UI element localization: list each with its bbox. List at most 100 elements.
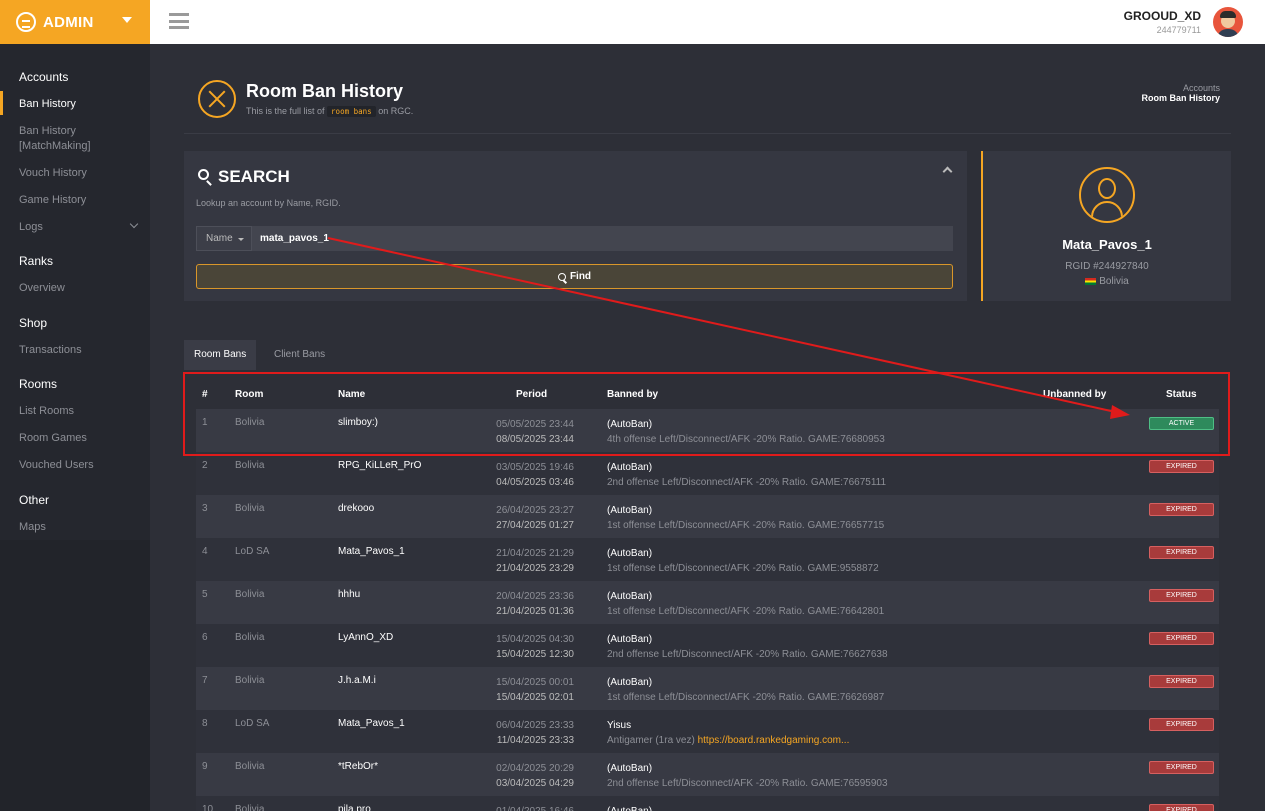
row-player-name[interactable]: Mata_Pavos_1: [338, 718, 405, 729]
period-start: 26/04/2025 23:27: [496, 505, 574, 516]
table-row[interactable]: 3 Bolivia drekooo 26/04/2025 23:27 27/04/202…: [196, 495, 1219, 538]
column-header-status: Status: [1166, 389, 1197, 400]
period-start: 02/04/2025 20:29: [496, 763, 574, 774]
search-title: SEARCH: [218, 167, 290, 186]
sidebar-item-list-rooms[interactable]: List Rooms: [19, 404, 74, 419]
find-button[interactable]: Find: [196, 264, 953, 289]
ban-reason-link[interactable]: https://board.rankedgaming.com...: [698, 735, 850, 746]
sidebar-item-ban-history[interactable]: Ban History: [19, 97, 76, 112]
sidebar-item-logs[interactable]: Logs: [19, 220, 43, 235]
status-badge: EXPIRED: [1149, 460, 1214, 473]
period-end: 08/05/2025 23:44: [496, 434, 574, 445]
bolivia-flag-icon: [1085, 277, 1097, 285]
period-start: 15/04/2025 00:01: [496, 677, 574, 688]
sidebar-section-shop: Shop: [19, 316, 48, 330]
row-number: 2: [202, 460, 208, 471]
sidebar-section-rooms: Rooms: [19, 377, 58, 391]
period-start: 21/04/2025 21:29: [496, 548, 574, 559]
tab-room-bans[interactable]: Room Bans: [184, 340, 257, 370]
table-row[interactable]: 7 Bolivia J.h.a.M.i 15/04/2025 00:01 15/04/2…: [196, 667, 1219, 710]
status-badge: EXPIRED: [1149, 503, 1214, 516]
row-player-name[interactable]: *tRebOr*: [338, 761, 378, 772]
period-start: 15/04/2025 04:30: [496, 634, 574, 645]
brand-menu[interactable]: ADMIN: [0, 0, 150, 44]
sidebar-section-ranks: Ranks: [19, 254, 54, 268]
sidebar-item-transactions[interactable]: Transactions: [19, 343, 82, 358]
banned-by-name: (AutoBan): [607, 462, 653, 473]
sidebar-section-other: Other: [19, 493, 50, 507]
user-id: 244779711: [1156, 25, 1201, 35]
sidebar-item-maps[interactable]: Maps: [19, 520, 46, 535]
row-period: 20/04/2025 23:36 21/04/2025 01:36: [432, 589, 574, 619]
column-header-unbanned-by: Unbanned by: [1043, 389, 1107, 400]
search-hint: Lookup an account by Name, RGID.: [196, 198, 341, 208]
period-start: 03/05/2025 19:46: [496, 462, 574, 473]
period-end: 15/04/2025 12:30: [496, 649, 574, 660]
chevron-up-icon[interactable]: [942, 166, 953, 177]
ban-reason: Antigamer (1ra vez): [607, 735, 695, 746]
row-player-name[interactable]: pila.pro: [338, 804, 371, 811]
banned-by-name: (AutoBan): [607, 419, 653, 430]
banned-by-name: (AutoBan): [607, 591, 653, 602]
column-header-room: Room: [235, 389, 264, 400]
brand-label: ADMIN: [43, 13, 94, 31]
hamburger-menu-icon[interactable]: [169, 13, 189, 29]
table-row[interactable]: 8 LoD SA Mata_Pavos_1 06/04/2025 23:33 11/04…: [196, 710, 1219, 753]
brand-logo-icon: [16, 12, 36, 32]
row-period: 05/05/2025 23:44 08/05/2025 23:44: [432, 417, 574, 447]
period-start: 05/05/2025 23:44: [496, 419, 574, 430]
table-row[interactable]: 10 Bolivia pila.pro 01/04/2025 16:46 (AutoBa…: [196, 796, 1219, 811]
table-row[interactable]: 9 Bolivia *tRebOr* 02/04/2025 20:29 03/04/20…: [196, 753, 1219, 796]
banned-by-name: (AutoBan): [607, 548, 653, 559]
row-period: 15/04/2025 00:01 15/04/2025 02:01: [432, 675, 574, 705]
row-room: LoD SA: [235, 546, 270, 557]
row-player-name[interactable]: Mata_Pavos_1: [338, 546, 405, 557]
ban-reason: 1st offense Left/Disconnect/AFK -20% Rat…: [607, 520, 885, 531]
user-icon: [1079, 167, 1135, 223]
table-row[interactable]: 1 Bolivia slimboy:) 05/05/2025 23:44 08/05/2…: [196, 409, 1219, 452]
search-type-value: Name: [206, 233, 233, 244]
sidebar-item-vouch-history[interactable]: Vouch History: [19, 166, 87, 181]
search-type-select[interactable]: Name: [196, 226, 252, 251]
sidebar-item-ban-history-matchmaking[interactable]: Ban History [MatchMaking]: [19, 124, 119, 154]
caret-down-icon: [238, 238, 244, 241]
divider: [184, 133, 1231, 134]
user-avatar[interactable]: [1213, 7, 1243, 37]
row-player-name[interactable]: drekooo: [338, 503, 374, 514]
sidebar-item-vouched-users[interactable]: Vouched Users: [19, 458, 94, 473]
banned-by-name: Yisus: [607, 720, 632, 731]
banned-by-name: (AutoBan): [607, 677, 653, 688]
breadcrumb-current: Room Ban History: [1141, 93, 1220, 103]
row-player-name[interactable]: hhhu: [338, 589, 360, 600]
row-banned-by: (AutoBan) 1st offense Left/Disconnect/AFK…: [607, 546, 879, 576]
sidebar-item-overview[interactable]: Overview: [19, 281, 65, 296]
sidebar-item-game-history[interactable]: Game History: [19, 193, 86, 208]
row-room: Bolivia: [235, 675, 265, 686]
user-name[interactable]: GROOUD_XD: [1124, 9, 1201, 23]
sidebar-footer: [0, 540, 150, 811]
sidebar-section-accounts: Accounts: [19, 70, 69, 84]
profile-card: Mata_Pavos_1 RGID #244927840 Bolivia: [981, 151, 1231, 301]
row-player-name[interactable]: LyAnnO_XD: [338, 632, 393, 643]
sidebar-item-room-games[interactable]: Room Games: [19, 431, 87, 446]
breadcrumb-accounts[interactable]: Accounts: [1183, 83, 1220, 93]
row-period: 21/04/2025 21:29 21/04/2025 23:29: [432, 546, 574, 576]
column-header-number: #: [202, 389, 208, 400]
table-row[interactable]: 5 Bolivia hhhu 20/04/2025 23:36 21/04/2025 0…: [196, 581, 1219, 624]
table-row[interactable]: 4 LoD SA Mata_Pavos_1 21/04/2025 21:29 21/04…: [196, 538, 1219, 581]
ban-reason: 2nd offense Left/Disconnect/AFK -20% Rat…: [607, 649, 888, 660]
row-number: 6: [202, 632, 208, 643]
row-player-name[interactable]: RPG_KiLLeR_PrO: [338, 460, 421, 471]
status-badge: ACTIVE: [1149, 417, 1214, 430]
banned-by-name: (AutoBan): [607, 763, 653, 774]
sidebar-active-indicator: [0, 91, 3, 115]
row-banned-by: (AutoBan) 1st offense Left/Disconnect/AFK…: [607, 503, 884, 533]
row-player-name[interactable]: slimboy:): [338, 417, 378, 428]
subtitle-code: room bans: [327, 106, 376, 117]
table-row[interactable]: 6 Bolivia LyAnnO_XD 15/04/2025 04:30 15/04/2…: [196, 624, 1219, 667]
status-badge: EXPIRED: [1149, 589, 1214, 602]
search-input[interactable]: [252, 226, 953, 251]
row-player-name[interactable]: J.h.a.M.i: [338, 675, 376, 686]
table-row[interactable]: 2 Bolivia RPG_KiLLeR_PrO 03/05/2025 19:46 04…: [196, 452, 1219, 495]
tab-client-bans[interactable]: Client Bans: [264, 340, 335, 370]
